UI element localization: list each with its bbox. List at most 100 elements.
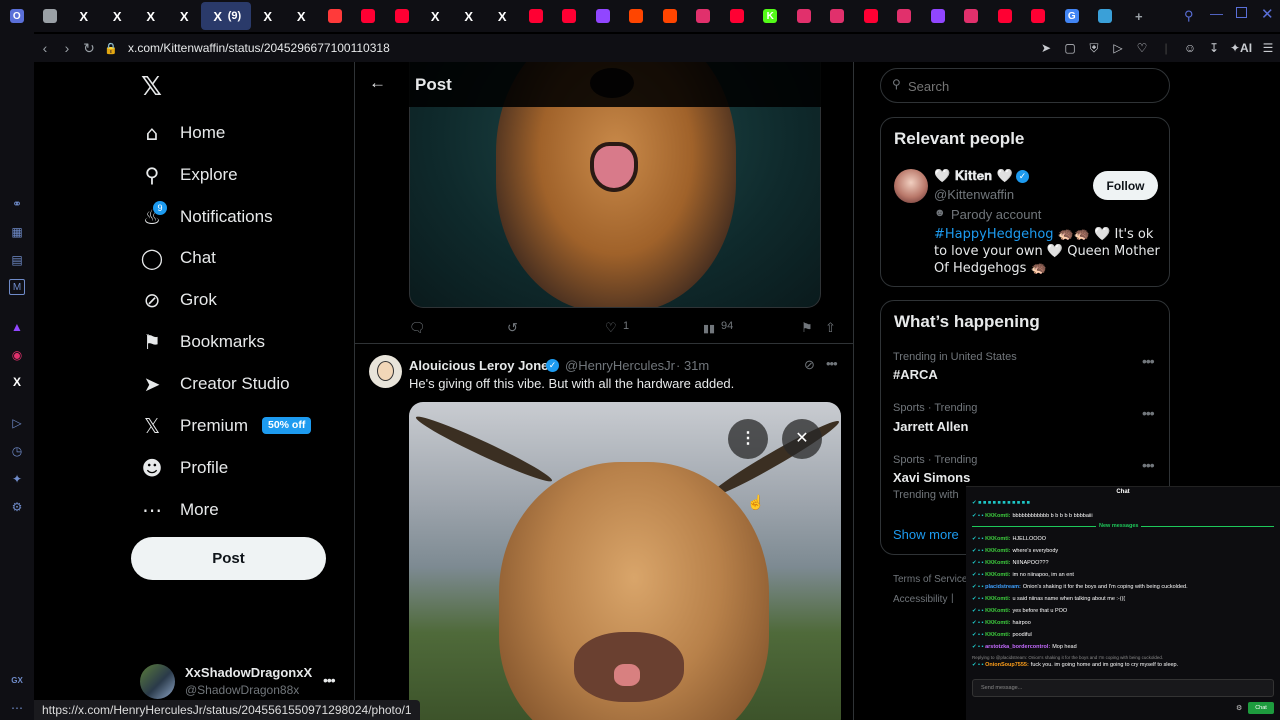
browser-tab[interactable] [553, 2, 587, 30]
browser-tab[interactable] [586, 2, 620, 30]
nav-item-bookmarks[interactable]: ⚑ Bookmarks [140, 321, 265, 363]
reply-name[interactable]: Alouicious Leroy Jones [409, 358, 556, 373]
browser-tab[interactable] [720, 2, 754, 30]
send-icon[interactable]: ▷ [1106, 41, 1130, 55]
nav-item-premium[interactable]: 𝕏 Premium [140, 405, 248, 447]
instagram-icon[interactable]: ◉ [9, 347, 25, 363]
browser-tab[interactable] [787, 2, 821, 30]
browser-tab[interactable] [352, 2, 386, 30]
back-arrow-icon[interactable]: ← [369, 73, 386, 93]
notes-icon[interactable]: ▤ [9, 252, 25, 268]
reload-icon[interactable]: ↻ [78, 40, 100, 57]
back-icon[interactable]: ‹ [34, 40, 56, 56]
browser-tab[interactable] [1022, 2, 1056, 30]
chat-username[interactable]: placidstream: [985, 584, 1021, 590]
browser-tab[interactable] [921, 2, 955, 30]
bookmark-icon[interactable]: ⚑ [801, 320, 813, 336]
follow-button[interactable]: Follow [1093, 171, 1158, 200]
browser-tab[interactable]: X [285, 2, 319, 30]
gx-icon[interactable]: GX [9, 673, 25, 689]
browser-tab[interactable] [821, 2, 855, 30]
forward-icon[interactable]: › [56, 40, 78, 56]
account-more-icon[interactable]: ••• [323, 672, 336, 688]
browser-tab[interactable]: K [754, 2, 788, 30]
workspace-icon[interactable]: ▦ [9, 224, 25, 240]
chat-username[interactable]: KKKomti: [985, 620, 1010, 626]
trend-more-icon[interactable]: ••• [1142, 353, 1155, 369]
x-logo-icon[interactable]: 𝕏 [141, 72, 162, 102]
browser-tab[interactable] [687, 2, 721, 30]
reply-time[interactable]: · 31m [676, 358, 709, 373]
browser-tab[interactable] [519, 2, 553, 30]
chat-username[interactable]: OnionSoup7555: [985, 662, 1029, 668]
nav-item-profile[interactable]: ☻ Profile [140, 447, 229, 489]
x-logo-icon[interactable]: X [9, 374, 25, 390]
history-icon[interactable]: ◷ [9, 443, 25, 459]
settings-icon[interactable]: ⚙ [9, 499, 25, 515]
shield-icon[interactable]: ⛨ [1082, 41, 1106, 56]
chat-username[interactable]: KKKomti: [985, 548, 1010, 554]
browser-tab[interactable]: X (9) [201, 2, 251, 30]
player-icon[interactable]: ▷ [9, 415, 25, 431]
footer-accessibility[interactable]: Accessibility [893, 594, 947, 605]
browser-tab[interactable] [888, 2, 922, 30]
mail-icon[interactable]: M [9, 279, 25, 295]
media-options-button[interactable]: ⋮ [728, 419, 768, 459]
browser-tab[interactable]: X [251, 2, 285, 30]
chat-username[interactable]: KKKomti: [985, 608, 1010, 614]
reply-avatar[interactable] [369, 355, 402, 388]
browser-tab[interactable] [854, 2, 888, 30]
nav-item-creator-studio[interactable]: ➤ Creator Studio [140, 363, 290, 405]
download-icon[interactable]: ↧ [1202, 41, 1226, 55]
browser-tab[interactable] [1089, 2, 1123, 30]
extensions-icon[interactable]: ✦ [9, 471, 25, 487]
browser-tab[interactable]: X [486, 2, 520, 30]
browser-tab[interactable]: G [1055, 2, 1089, 30]
account-icon[interactable]: ☺ [1178, 41, 1202, 55]
trend-title[interactable]: #ARCA [893, 367, 938, 382]
media-close-button[interactable]: ✕ [782, 419, 822, 459]
footer-terms[interactable]: Terms of Service [893, 574, 967, 585]
show-more-link[interactable]: Show more [893, 527, 959, 542]
browser-tab[interactable]: X [134, 2, 168, 30]
person-name[interactable]: 🤍 𝐊𝐢𝐭𝐭𝐞𝐧 🤍 [934, 169, 1013, 184]
search-box[interactable]: ⚲ [880, 68, 1170, 103]
chat-username[interactable]: KKKomti: [985, 632, 1010, 638]
reply-handle[interactable]: @HenryHerculesJr [565, 358, 675, 373]
browser-tab[interactable] [318, 2, 352, 30]
browser-tab[interactable] [34, 2, 68, 30]
trend-title[interactable]: Xavi Simons [893, 470, 970, 485]
ai-icon[interactable]: ✦AI [1226, 41, 1256, 55]
search-input[interactable] [908, 77, 1158, 95]
bio-hashtag[interactable]: #HappyHedgehog [934, 227, 1054, 242]
minimize-icon[interactable]: — [1210, 6, 1223, 21]
nav-item-explore[interactable]: ⚲ Explore [140, 154, 238, 196]
account-switcher[interactable]: XxShadowDragonxX @ShadowDragon88x ••• [140, 662, 350, 702]
browser-tab[interactable]: X [419, 2, 453, 30]
browser-tab[interactable] [620, 2, 654, 30]
person-handle[interactable]: @Kittenwaffin [934, 187, 1014, 202]
aria-icon[interactable]: ⚭ [9, 196, 25, 212]
repost-icon[interactable]: ↺ [507, 320, 518, 336]
chat-username[interactable]: KKKomti: [985, 513, 1010, 519]
chat-settings-icon[interactable]: ⚙ [1236, 704, 1242, 712]
like-icon[interactable]: ♡ [605, 320, 617, 336]
chat-username[interactable]: arstotzka_bordercontrol: [985, 644, 1050, 650]
trend-title[interactable]: Jarrett Allen [893, 419, 968, 434]
nav-item-chat[interactable]: ◯ Chat [140, 237, 216, 279]
browser-tab[interactable]: X [168, 2, 202, 30]
chat-username[interactable]: KKKomti: [985, 536, 1010, 542]
nav-item-more[interactable]: ⋯ More [140, 489, 219, 531]
new-tab-icon[interactable]: + [1122, 2, 1156, 30]
avatar[interactable] [894, 169, 928, 203]
browser-tab[interactable] [955, 2, 989, 30]
search-tabs-icon[interactable]: ⚲ [1184, 8, 1194, 24]
menu-icon[interactable]: ☰ [1256, 41, 1280, 55]
browser-tab[interactable]: O [0, 2, 34, 30]
post-more-icon[interactable]: ••• [826, 356, 838, 371]
trend-more-icon[interactable]: ••• [1142, 457, 1155, 473]
browser-tab[interactable]: X [452, 2, 486, 30]
restore-icon[interactable] [1236, 7, 1247, 18]
twitch-icon[interactable]: ▲ [9, 319, 25, 335]
chat-input[interactable]: Send message... [981, 685, 1022, 691]
